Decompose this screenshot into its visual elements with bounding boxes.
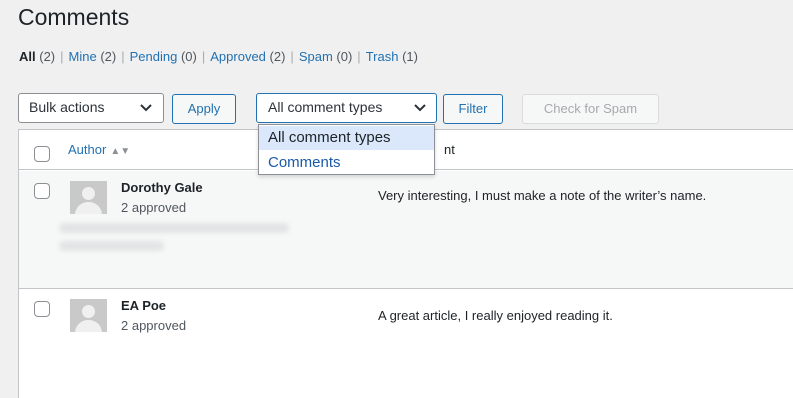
author-name[interactable]: EA Poe (121, 298, 166, 313)
table-row: Dorothy Gale 2 approved Very interesting… (19, 171, 793, 289)
filter-all-count: (2) (39, 49, 56, 64)
sort-icon: ▲▼ (110, 146, 131, 157)
avatar (70, 299, 107, 332)
filter-trash-count: (1) (402, 49, 418, 64)
separator: | (121, 49, 125, 64)
table-row: EA Poe 2 approved A great article, I rea… (19, 289, 793, 398)
author-header-label: Author (68, 142, 107, 157)
bulk-actions-select[interactable]: Bulk actions (18, 93, 164, 123)
comment-type-dropdown: All comment types Comments (258, 124, 435, 175)
avatar (70, 181, 107, 214)
dropdown-option-comments[interactable]: Comments (259, 151, 434, 175)
redacted-author-ip (59, 241, 164, 251)
author-column-header[interactable]: Author ▲▼ (68, 142, 130, 157)
select-all-checkbox[interactable] (34, 146, 50, 162)
page-title: Comments (18, 4, 130, 30)
filter-pending-count: (0) (180, 49, 197, 64)
apply-button[interactable]: Apply (172, 94, 236, 124)
row-checkbox[interactable] (34, 301, 50, 317)
filter-all-label: All (19, 49, 36, 64)
filter-spam-label: Spam (298, 49, 333, 64)
dropdown-option-all-comment-types[interactable]: All comment types (259, 126, 434, 150)
separator: | (201, 49, 206, 64)
separator: | (357, 49, 361, 64)
comment-type-select[interactable]: All comment types (256, 93, 437, 123)
redacted-author-email (59, 223, 289, 233)
filter-approved-count: (2) (269, 49, 286, 64)
filter-mine-count: (2) (100, 49, 117, 64)
author-name[interactable]: Dorothy Gale (121, 180, 203, 195)
comment-type-label: All comment types (268, 99, 383, 115)
separator: | (290, 49, 294, 64)
filter-button[interactable]: Filter (443, 94, 503, 124)
author-approved-count[interactable]: 2 approved (121, 200, 186, 215)
comment-text: A great article, I really enjoyed readin… (378, 308, 613, 323)
comment-column-header: nt (444, 142, 455, 157)
filter-trash-label: Trash (365, 49, 399, 64)
filter-mine-link[interactable]: Mine (2) (69, 49, 117, 64)
filter-spam-count: (0) (336, 49, 353, 64)
filter-all-link[interactable]: All (2) (19, 49, 55, 64)
row-checkbox[interactable] (34, 183, 50, 199)
author-approved-count[interactable]: 2 approved (121, 318, 186, 333)
filter-trash-link[interactable]: Trash (1) (366, 49, 418, 64)
filter-spam-link[interactable]: Spam (0) (299, 49, 352, 64)
filter-pending-label: Pending (129, 49, 178, 64)
separator: | (60, 49, 64, 64)
chevron-down-icon (139, 100, 153, 117)
filter-approved-label: Approved (210, 49, 266, 64)
comment-status-filters: All (2) | Mine (2) | Pending (0) | Approved (2… (19, 49, 418, 64)
bulk-actions-label: Bulk actions (29, 99, 105, 115)
check-for-spam-button[interactable]: Check for Spam (522, 94, 659, 124)
comment-text: Very interesting, I must make a note of … (378, 188, 707, 203)
filter-approved-link[interactable]: Approved (2) (210, 49, 285, 64)
filter-pending-link[interactable]: Pending (0) (130, 49, 197, 64)
chevron-down-icon (413, 100, 427, 117)
filter-mine-label: Mine (68, 49, 97, 64)
